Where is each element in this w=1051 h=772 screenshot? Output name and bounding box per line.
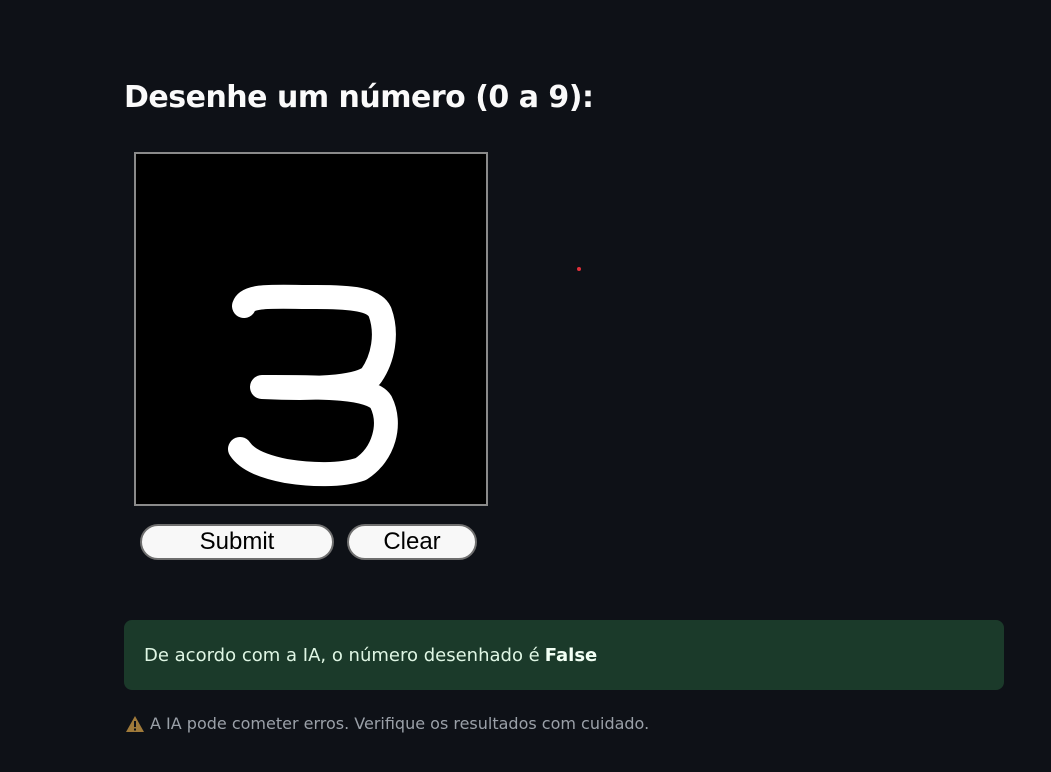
drawn-digit-stroke	[228, 284, 398, 487]
cursor-dot	[577, 267, 581, 271]
clear-button[interactable]: Clear	[347, 524, 477, 560]
result-alert: De acordo com a IA, o número desenhado é…	[124, 620, 1004, 690]
result-value: False	[544, 644, 598, 666]
warning-text: A IA pode cometer erros. Verifique os re…	[150, 714, 650, 733]
app-page: Desenhe um número (0 a 9): Submit Clear …	[0, 0, 1051, 772]
drawing-canvas[interactable]	[134, 152, 488, 506]
warning-icon	[126, 715, 144, 732]
result-text: De acordo com a IA, o número desenhado é	[144, 644, 540, 666]
page-title: Desenhe um número (0 a 9):	[124, 80, 594, 115]
submit-button[interactable]: Submit	[140, 524, 334, 560]
warning-note: A IA pode cometer erros. Verifique os re…	[126, 714, 649, 733]
digit-stroke-path	[228, 284, 398, 487]
